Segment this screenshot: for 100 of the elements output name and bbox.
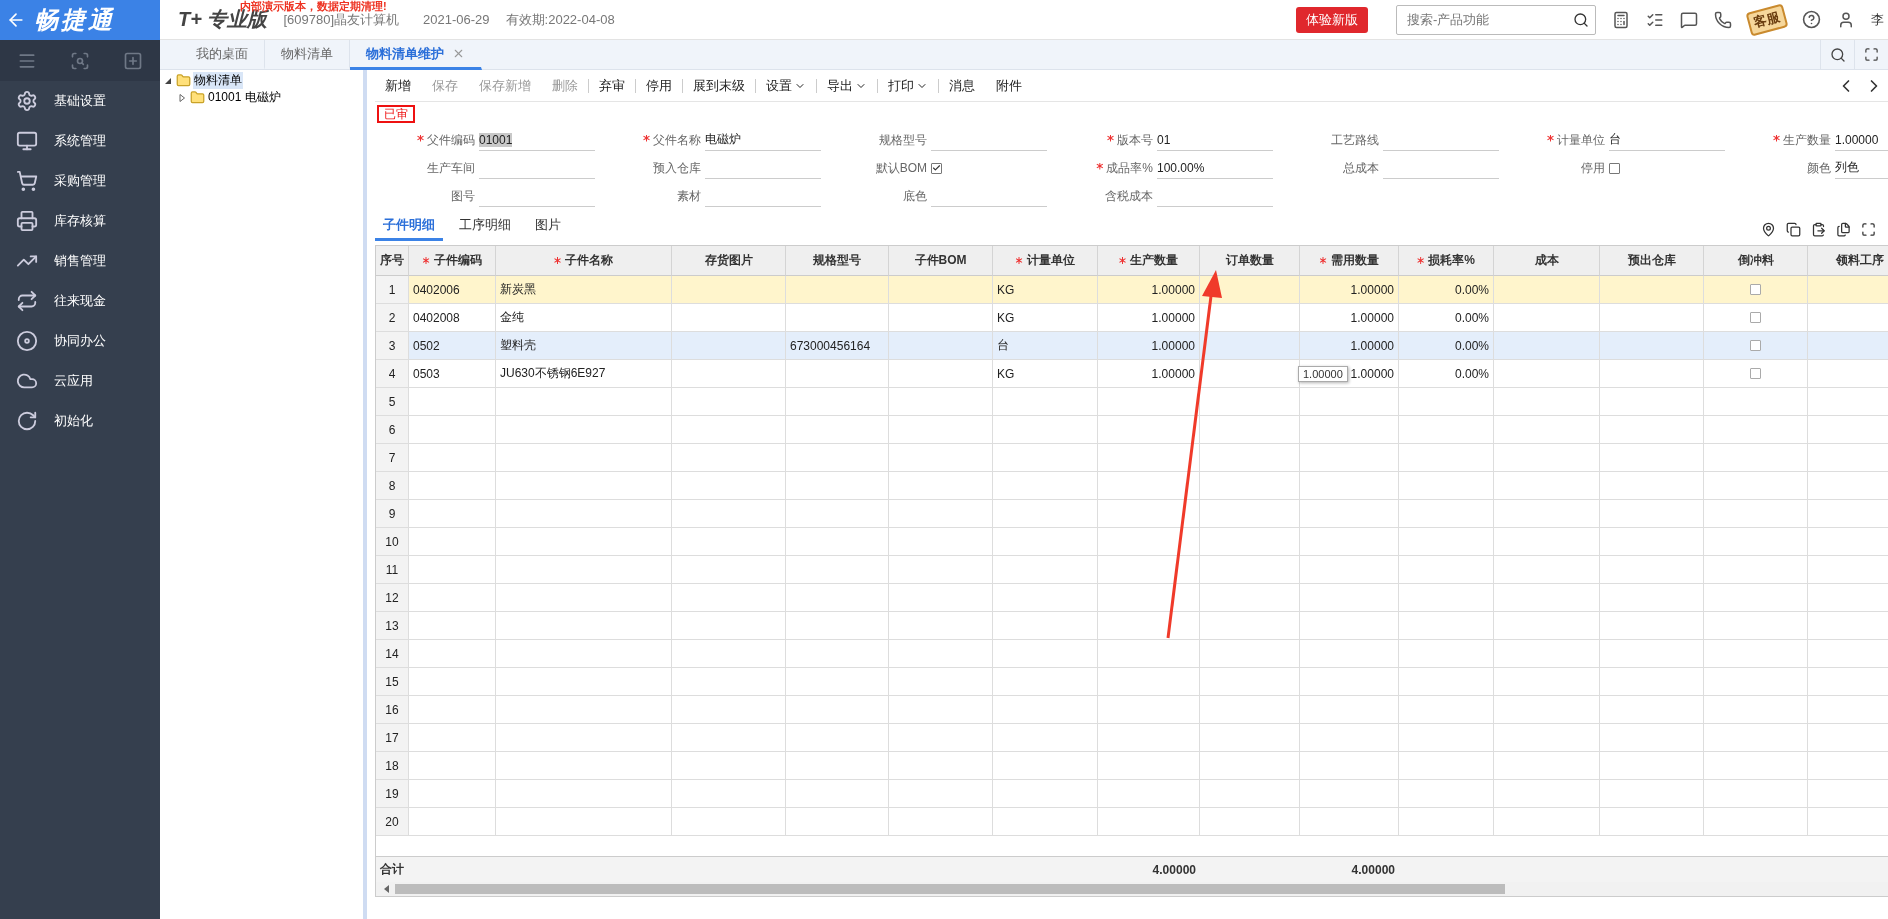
tab[interactable]: 物料清单维护 xyxy=(350,40,482,70)
checkbox[interactable] xyxy=(1750,368,1761,379)
tab[interactable]: 图片 xyxy=(527,216,569,241)
input-field[interactable]: 01001 xyxy=(479,129,595,151)
checkbox[interactable] xyxy=(1609,162,1620,174)
checkbox[interactable] xyxy=(1750,312,1761,323)
tree-item[interactable]: 01001 电磁炉 xyxy=(207,89,282,106)
tab[interactable]: 工序明细 xyxy=(451,216,519,241)
cart-icon xyxy=(16,170,38,192)
search-icon[interactable] xyxy=(1829,46,1846,63)
column-header[interactable]: 预出仓库 xyxy=(1600,246,1704,276)
gear-icon xyxy=(16,90,38,112)
logo-text: 畅捷通 xyxy=(34,5,115,35)
input-field[interactable]: 台 xyxy=(1609,129,1725,151)
input-field[interactable]: 列色 xyxy=(1835,157,1888,179)
search-icon[interactable] xyxy=(1573,11,1589,28)
column-header[interactable]: 需用数量 xyxy=(1300,246,1399,276)
field-label: 父件名称 xyxy=(643,131,701,149)
toolbar-button[interactable]: 导出 xyxy=(817,78,878,93)
sidebar-item[interactable]: 初始化 xyxy=(0,401,160,441)
tab[interactable]: 物料清单 xyxy=(265,40,350,70)
toolbar-button[interactable]: 消息 xyxy=(939,78,986,93)
collapse-triangle-icon[interactable] xyxy=(164,76,172,85)
tooltip: 1.00000 xyxy=(1298,366,1348,382)
field-label: 总成本 xyxy=(1343,159,1379,177)
field-label: 默认BOM xyxy=(875,159,927,177)
fullscreen-icon[interactable] xyxy=(1864,47,1879,62)
input-field[interactable]: 电磁炉 xyxy=(705,129,821,151)
column-header[interactable]: 子件BOM xyxy=(889,246,993,276)
toolbar-button[interactable]: 附件 xyxy=(986,78,1033,93)
input-field[interactable]: 01 xyxy=(1157,129,1273,151)
sidebar-item[interactable]: 库存核算 xyxy=(0,201,160,241)
column-header[interactable]: 生产数量 xyxy=(1098,246,1200,276)
field-label: 计量单位 xyxy=(1547,131,1605,149)
close-icon[interactable] xyxy=(452,47,465,60)
toolbar-button[interactable]: 停用 xyxy=(636,78,683,93)
files-icon[interactable] xyxy=(1836,222,1851,237)
service-badge[interactable]: 客服 xyxy=(1745,3,1789,36)
row-number: 10 xyxy=(376,528,409,556)
column-header[interactable]: 子件名称 xyxy=(496,246,672,276)
column-header[interactable]: 订单数量 xyxy=(1200,246,1300,276)
checkbox[interactable] xyxy=(931,162,942,174)
paste-icon[interactable] xyxy=(1811,222,1826,237)
column-header[interactable]: 损耗率% xyxy=(1399,246,1494,276)
sidebar-item[interactable]: 往来现金 xyxy=(0,281,160,321)
toolbar-button[interactable]: 打印 xyxy=(878,78,939,93)
location-pin-icon[interactable] xyxy=(1761,222,1776,237)
search-field[interactable]: 搜索-产品功能 xyxy=(1396,4,1596,35)
field-label: 父件编码 xyxy=(417,131,475,149)
total-value: 4.00000 xyxy=(1152,862,1196,877)
row-number: 17 xyxy=(376,724,409,752)
column-header[interactable]: 领料工序 xyxy=(1808,246,1888,276)
date-text: 2021-06-29 xyxy=(423,12,490,27)
row-number: 16 xyxy=(376,696,409,724)
message-icon[interactable] xyxy=(1680,10,1698,29)
row-number: 20 xyxy=(376,808,409,836)
sidebar-item[interactable]: 基础设置 xyxy=(0,81,160,121)
copy-icon[interactable] xyxy=(1786,222,1801,237)
toolbar-button[interactable]: 新增 xyxy=(375,78,422,93)
trial-button[interactable]: 体验新版 xyxy=(1296,6,1368,33)
column-header[interactable]: 存货图片 xyxy=(672,246,786,276)
sidebar-item[interactable]: 采购管理 xyxy=(0,161,160,201)
toolbar-button[interactable]: 展到末级 xyxy=(683,78,756,93)
printer-icon xyxy=(16,210,38,232)
field-label: 预入仓库 xyxy=(653,159,701,177)
row-number: 13 xyxy=(376,612,409,640)
column-header[interactable]: 倒冲料 xyxy=(1704,246,1808,276)
checkbox[interactable] xyxy=(1750,284,1761,295)
column-header[interactable]: 子件编码 xyxy=(409,246,496,276)
tab[interactable]: 子件明细 xyxy=(375,216,443,241)
tab[interactable]: 我的桌面 xyxy=(180,40,265,70)
sidebar-item[interactable]: 系统管理 xyxy=(0,121,160,161)
sidebar-item[interactable]: 销售管理 xyxy=(0,241,160,281)
checkbox[interactable] xyxy=(1750,340,1761,351)
folder-icon xyxy=(176,73,191,88)
horizontal-scrollbar[interactable] xyxy=(376,882,1888,896)
user-name: 李 xyxy=(1871,10,1884,29)
scroll-left-arrow-icon[interactable] xyxy=(384,885,389,893)
sidebar-item[interactable]: 协同办公 xyxy=(0,321,160,361)
input-field[interactable]: 100.00% xyxy=(1157,157,1273,179)
help-icon[interactable] xyxy=(1802,10,1821,29)
user-icon[interactable] xyxy=(1837,10,1855,29)
field-label: 成品率% xyxy=(1096,159,1153,177)
column-header[interactable]: 成本 xyxy=(1494,246,1600,276)
toolbar-button[interactable]: 设置 xyxy=(756,78,817,93)
field-label: 素材 xyxy=(677,187,701,205)
phone-icon[interactable] xyxy=(1714,10,1732,29)
column-header[interactable]: 计量单位 xyxy=(993,246,1098,276)
row-number: 9 xyxy=(376,500,409,528)
add-icon[interactable] xyxy=(123,50,144,71)
row-number: 12 xyxy=(376,584,409,612)
fullscreen-icon[interactable] xyxy=(1861,222,1876,237)
input-field[interactable]: 1.00000 xyxy=(1835,129,1888,151)
toolbar-button[interactable]: 弃审 xyxy=(589,78,636,93)
column-header[interactable]: 序号 xyxy=(376,246,409,276)
sidebar-item[interactable]: 云应用 xyxy=(0,361,160,401)
tree-item[interactable]: 物料清单 xyxy=(193,72,243,89)
expand-triangle-icon[interactable] xyxy=(178,93,186,102)
calculator-icon[interactable] xyxy=(1612,10,1630,29)
column-header[interactable]: 规格型号 xyxy=(786,246,889,276)
